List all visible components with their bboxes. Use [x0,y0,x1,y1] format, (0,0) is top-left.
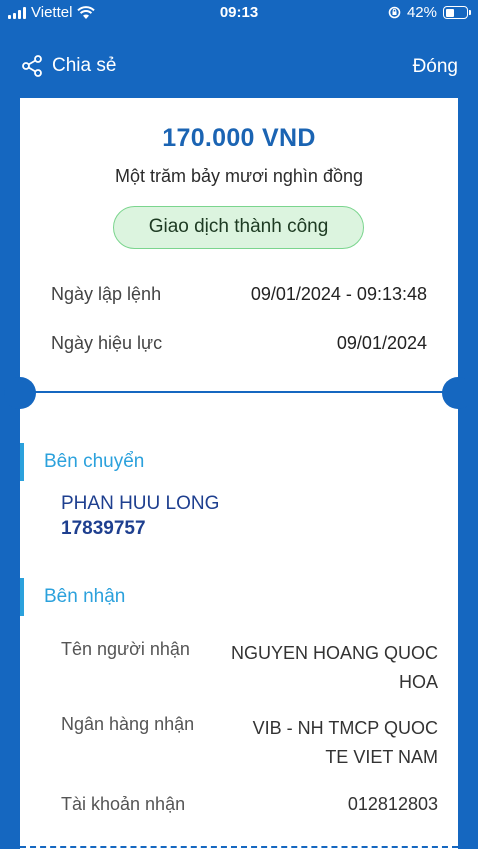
ticket-notch-right [442,377,474,409]
amount: 170.000 VND [162,124,316,152]
status-badge: Giao dịch thành công [113,206,364,249]
divider [20,391,458,393]
amount-in-words: Một trăm bảy mươi nghìn đồng [115,166,363,186]
orientation-lock-icon [388,6,401,19]
status-bar: Viettel 09:13 42% [0,0,478,26]
share-label: Chia sẻ [52,55,117,76]
effective-date-label: Ngày hiệu lực [51,333,163,353]
battery-info: 42% [388,4,471,21]
receiver-bank-line-1: VIB - NH TMCP QUOC [252,718,438,738]
receiver-name-line-2: HOA [398,672,438,692]
receiver-bank-value: VIB - NH TMCP QUOC TE VIET NAM [253,714,438,772]
receiver-name-label: Tên người nhận [61,639,190,659]
battery-percent: 42% [406,4,437,21]
effective-date-value: 09/01/2024 [336,333,427,353]
receiver-name-value: NGUYEN HOANG QUOC HOA [231,639,438,697]
order-date-value: 09/01/2024 - 09:13:48 [250,284,427,304]
receipt-card: 170.000 VND Một trăm bảy mươi nghìn đồng… [4,98,474,849]
receiver-section-title: Bên nhận [20,578,125,616]
receiver-account-label: Tài khoản nhận [61,794,186,814]
receiver-bank-line-2: TE VIET NAM [325,747,438,767]
close-button[interactable]: Đóng [413,56,458,78]
ticket-notch-left [4,377,36,409]
sender-name: PHAN HUU LONG [61,493,220,514]
receiver-name-line-1: NGUYEN HOANG QUOC [230,643,438,663]
sender-account: 17839757 [61,518,146,539]
dashed-separator [20,846,458,848]
share-icon [22,55,42,77]
battery-icon [443,6,471,19]
share-button[interactable]: Chia sẻ [20,54,116,78]
order-date-label: Ngày lập lệnh [51,284,162,304]
receiver-bank-label: Ngân hàng nhận [61,714,195,734]
sender-section-title: Bên chuyển [20,443,144,481]
header: Chia sẻ Đóng [0,48,478,86]
receiver-account-value: 012812803 [347,794,438,814]
